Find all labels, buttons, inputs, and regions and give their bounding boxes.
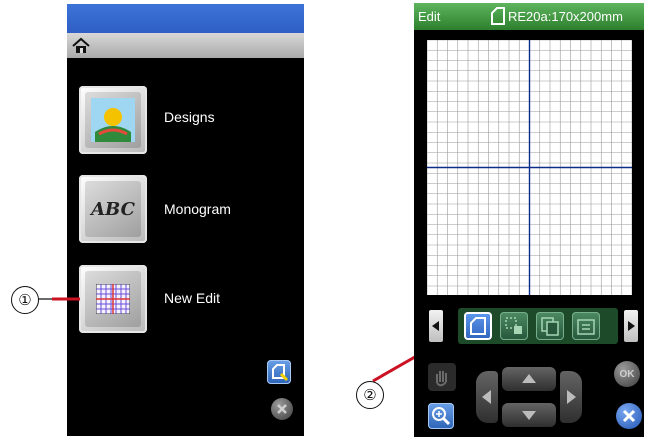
arrow-down-icon: [522, 411, 536, 420]
copy-tool-button[interactable]: [536, 312, 564, 340]
arrow-up-icon: [522, 374, 536, 383]
callout-2: ②: [356, 381, 384, 409]
scroll-right-button[interactable]: [624, 310, 638, 342]
copy-icon: [541, 317, 559, 336]
right-screen: Edit RE20a:170x200mm OK: [414, 3, 644, 437]
edit-grid[interactable]: [426, 39, 633, 295]
zoom-icon: [432, 407, 451, 426]
group-tool-button[interactable]: [572, 312, 600, 340]
move-up-button[interactable]: [502, 367, 556, 391]
hand-tool-button[interactable]: [428, 363, 456, 391]
move-left-button[interactable]: [476, 371, 498, 423]
move-right-button[interactable]: [560, 371, 582, 423]
frame-icon: [470, 317, 486, 335]
triangle-left-icon: [432, 321, 439, 331]
move-down-button[interactable]: [502, 403, 556, 427]
arrow-left-icon: [482, 390, 491, 404]
callout-1: ①: [11, 286, 39, 314]
close-button-right[interactable]: [616, 403, 642, 429]
arrow-right-icon: [567, 390, 576, 404]
select-icon: [505, 317, 522, 334]
zoom-button[interactable]: [428, 403, 454, 429]
header-title: Edit: [418, 9, 441, 24]
hand-icon: [436, 371, 447, 387]
ok-button[interactable]: OK: [614, 361, 640, 387]
hoop-icon: [490, 7, 506, 28]
close-icon: [622, 409, 636, 423]
hoop-label: RE20a:170x200mm: [508, 9, 623, 24]
group-icon: [577, 319, 595, 335]
select-tool-button[interactable]: [500, 312, 528, 340]
frame-tool-button[interactable]: [464, 312, 492, 340]
header-bar: Edit RE20a:170x200mm: [414, 3, 644, 30]
triangle-right-icon: [628, 321, 635, 331]
grid-canvas: [426, 39, 633, 295]
scroll-left-button[interactable]: [429, 310, 443, 342]
